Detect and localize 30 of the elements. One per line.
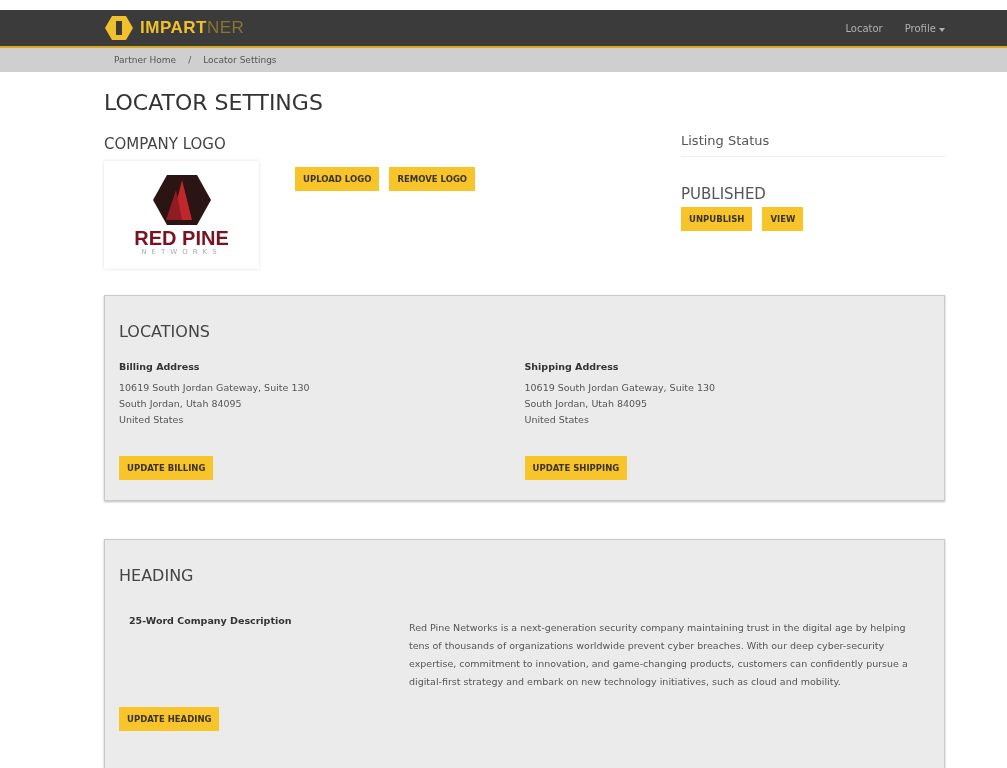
- update-heading-button[interactable]: UPDATE HEADING: [119, 707, 220, 731]
- status-heading: Listing Status: [681, 133, 945, 157]
- logo-button[interactable]: UPLOAD LOGO: [295, 167, 380, 191]
- status-button[interactable]: UNPUBLISH: [681, 207, 753, 231]
- section-heading: HEADING: [119, 566, 195, 585]
- address-label: Shipping Address: [524, 361, 619, 372]
- logo-button[interactable]: REMOVE LOGO: [389, 167, 476, 191]
- page-title: LOCATOR SETTINGS: [104, 90, 324, 115]
- field-label: 25-Word Company Description: [128, 615, 293, 628]
- company-description: Red Pine Networks is a next-generation security company maintaining trust in the digital age by helping tens of thousands of organizations worldwide prevent cyber breaches. With our deep cyber-security expertise, commitment to innovation, and game-changing products, customers can confidently pursue a digital-first strategy and embark on new technology initiatives, such as cloud and mobility.: [409, 621, 909, 689]
- breadcrumb-link[interactable]: Locator Settings: [203, 55, 277, 65]
- address-line: 10619 South Jordan Gateway, Suite 130: [119, 381, 310, 395]
- brand-name: IMPARTNER: [140, 18, 245, 38]
- address-line: South Jordan, Utah 84095: [119, 397, 242, 411]
- brand-logo-icon: [104, 15, 134, 41]
- update-address-button[interactable]: UPDATE BILLING: [119, 456, 214, 480]
- section-heading: LOCATIONS: [119, 322, 212, 341]
- nav-link[interactable]: Profile: [904, 22, 945, 34]
- update-address-button[interactable]: UPDATE SHIPPING: [524, 456, 628, 480]
- breadcrumb-link[interactable]: Partner Home: [114, 55, 177, 65]
- breadcrumb-separator: /: [188, 55, 192, 65]
- address-line: South Jordan, Utah 84095: [524, 397, 648, 411]
- address-line: 10619 South Jordan Gateway, Suite 130: [524, 381, 716, 395]
- address-label: Billing Address: [119, 361, 200, 372]
- address-line: United States: [119, 413, 184, 427]
- section-heading: COMPANY LOGO: [104, 135, 227, 153]
- status-value: PUBLISHED: [681, 185, 767, 203]
- nav-link[interactable]: Locator: [845, 22, 883, 34]
- address-line: United States: [524, 413, 589, 427]
- status-button[interactable]: VIEW: [762, 207, 804, 231]
